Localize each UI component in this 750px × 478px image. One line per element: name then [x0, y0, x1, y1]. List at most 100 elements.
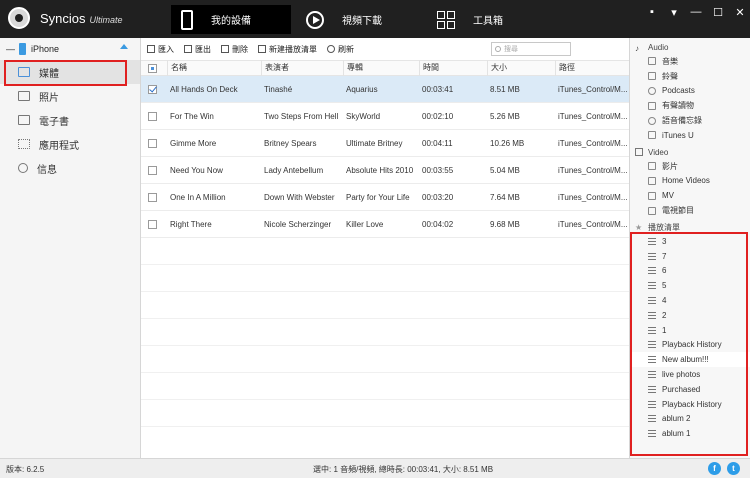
iphone-icon — [19, 43, 26, 55]
row-checkbox[interactable] — [148, 192, 157, 202]
voice-memo-icon — [648, 116, 656, 125]
table-row[interactable]: Gimme More Britney Spears Ultimate Britn… — [141, 130, 629, 157]
list-icon — [258, 45, 266, 53]
device-header[interactable]: — iPhone — [0, 38, 140, 60]
row-checkbox[interactable] — [148, 165, 157, 175]
column-path[interactable]: 路徑 — [555, 60, 629, 76]
video-item-home-videos[interactable]: Home Videos — [630, 174, 750, 189]
apps-icon — [18, 139, 30, 149]
cell-path: iTunes_Control/M... — [558, 219, 628, 229]
column-artist[interactable]: 表演者 — [261, 60, 343, 76]
video-item-movies[interactable]: 影片 — [630, 159, 750, 174]
feedback-icon[interactable]: ▪ — [646, 6, 658, 19]
title-bar: Syncios Ultimate 我的設備 視頻下載 工具箱 ▪ ▾ — ☐ ✕ — [0, 0, 750, 38]
row-checkbox[interactable] — [148, 138, 157, 148]
toolbox-icon — [437, 10, 455, 29]
video-item-label: 電視節目 — [662, 206, 694, 216]
cell-name: All Hands On Deck — [170, 84, 238, 94]
selection-summary: 選中: 1 音頻/視頻, 總時長: 00:03:41, 大小: 8.51 MB — [313, 465, 494, 474]
column-name[interactable]: 名稱 — [167, 60, 261, 76]
video-item-label: MV — [662, 191, 674, 201]
cell-size: 8.51 MB — [490, 84, 520, 94]
row-checkbox[interactable] — [148, 219, 157, 229]
audio-item-music[interactable]: 音樂 — [630, 54, 750, 69]
import-button[interactable]: 匯入 — [147, 44, 174, 55]
twitter-icon[interactable]: t — [727, 462, 740, 475]
cell-size: 9.68 MB — [490, 219, 520, 229]
audio-section-header[interactable]: ♪ Audio — [630, 41, 750, 54]
video-item-mv[interactable]: MV — [630, 188, 750, 203]
audio-item-voice-memos[interactable]: 語音備忘錄 — [630, 113, 750, 128]
delete-button[interactable]: 刪除 — [221, 44, 248, 55]
cell-path: iTunes_Control/M... — [558, 165, 628, 175]
table-row[interactable]: Need You Now Lady Antebellum Absolute Hi… — [141, 157, 629, 184]
phone-icon — [181, 9, 193, 30]
cell-name: Need You Now — [170, 165, 223, 175]
export-button[interactable]: 匯出 — [184, 44, 211, 55]
status-bar: 版本: 6.2.5 選中: 1 音頻/視頻, 總時長: 00:03:41, 大小… — [0, 458, 750, 478]
device-name: iPhone — [31, 44, 60, 54]
app-edition: Ultimate — [89, 15, 123, 25]
sidebar-item-info[interactable]: 信息 — [0, 156, 140, 180]
export-icon — [184, 45, 192, 53]
cell-artist: Nicole Scherzinger — [264, 219, 332, 229]
video-section-header[interactable]: Video — [630, 146, 750, 159]
cell-name: One In A Million — [170, 192, 226, 202]
empty-row — [141, 292, 629, 319]
cell-album: Ultimate Britney — [346, 138, 403, 148]
facebook-icon[interactable]: f — [708, 462, 721, 475]
video-item-tv-shows[interactable]: 電視節目 — [630, 203, 750, 218]
cell-time: 00:03:55 — [422, 165, 454, 175]
app-name: Syncios — [40, 11, 86, 26]
media-highlight-box — [4, 60, 127, 86]
audio-item-itunes-u[interactable]: iTunes U — [630, 128, 750, 143]
dropdown-icon[interactable]: ▾ — [668, 6, 680, 19]
row-checkbox[interactable] — [148, 84, 157, 94]
sidebar-item-photos[interactable]: 照片 — [0, 84, 140, 108]
maximize-icon[interactable]: ☐ — [712, 6, 724, 19]
cell-album: Party for Your Life — [346, 192, 410, 202]
sidebar-item-label: 電子書 — [39, 116, 69, 128]
row-checkbox[interactable] — [148, 111, 157, 121]
column-time[interactable]: 時間 — [419, 60, 487, 76]
cell-path: iTunes_Control/M... — [558, 84, 628, 94]
table-row[interactable]: One In A Million Down With Webster Party… — [141, 184, 629, 211]
sidebar-item-label: 信息 — [37, 164, 57, 176]
collapse-icon[interactable]: — — [6, 44, 15, 54]
empty-row — [141, 319, 629, 346]
minimize-icon[interactable]: — — [690, 6, 702, 19]
tab-my-device[interactable]: 我的設備 — [171, 5, 291, 34]
podcast-icon — [648, 86, 656, 95]
video-item-label: 影片 — [662, 161, 678, 171]
table-row[interactable]: For The Win Two Steps From Hell SkyWorld… — [141, 103, 629, 130]
column-size[interactable]: 大小 — [487, 60, 555, 76]
tab-toolbox[interactable]: 工具箱 — [437, 5, 527, 34]
audio-item-audiobooks[interactable]: 有聲讀物 — [630, 98, 750, 113]
close-icon[interactable]: ✕ — [734, 6, 746, 19]
sidebar-item-ebooks[interactable]: 電子書 — [0, 108, 140, 132]
empty-row — [141, 265, 629, 292]
tab-toolbox-label: 工具箱 — [473, 16, 503, 27]
refresh-button[interactable]: 刷新 — [327, 44, 354, 55]
sidebar-item-apps[interactable]: 應用程式 — [0, 132, 140, 156]
search-input[interactable]: 搜尋 — [491, 42, 571, 56]
table-row[interactable]: All Hands On Deck Tinashé Aquarius 00:03… — [141, 76, 629, 103]
music-note-icon: ♪ — [635, 43, 639, 53]
empty-row — [141, 400, 629, 427]
tab-video-download[interactable]: 視頻下載 — [306, 5, 416, 34]
audio-item-podcasts[interactable]: Podcasts — [630, 84, 750, 99]
table-row[interactable]: Right There Nicole Scherzinger Killer Lo… — [141, 211, 629, 238]
refresh-icon — [327, 45, 335, 53]
cell-time: 00:04:11 — [422, 138, 453, 148]
select-all-checkbox[interactable] — [148, 63, 157, 73]
cell-album: Killer Love — [346, 219, 384, 229]
audio-item-ringtones[interactable]: 鈴聲 — [630, 69, 750, 84]
column-album[interactable]: 專輯 — [343, 60, 419, 76]
eject-icon[interactable] — [120, 44, 128, 49]
cell-name: For The Win — [170, 111, 214, 121]
music-icon — [648, 57, 656, 66]
new-playlist-button[interactable]: 新建播放清單 — [258, 44, 317, 55]
cell-time: 00:03:41 — [422, 84, 454, 94]
photo-icon — [18, 91, 30, 101]
audio-item-label: 有聲讀物 — [662, 101, 694, 111]
